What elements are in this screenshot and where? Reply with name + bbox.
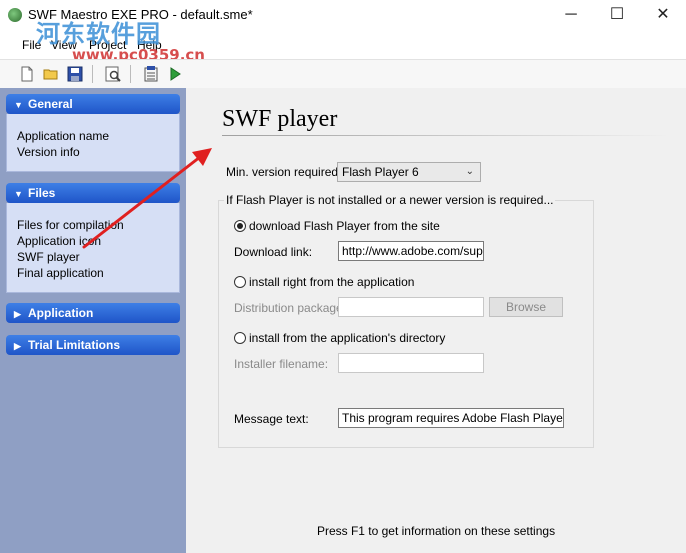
open-folder-icon[interactable] [42,65,60,83]
chevron-down-icon: ⌄ [465,166,474,177]
window-title: SWF Maestro EXE PRO - default.sme* [28,7,253,22]
preview-icon[interactable] [104,65,122,83]
message-text-label: Message text: [234,412,309,426]
toolbar-separator [130,65,131,83]
menu-file[interactable]: File [22,38,41,52]
sidebar-group-label: Trial Limitations [28,338,121,352]
download-link-label: Download link: [234,245,313,259]
title-bar: SWF Maestro EXE PRO - default.sme* ─ ☐ ✕ [0,0,686,30]
chevron-right-icon: ▶ [14,309,21,319]
title-divider [222,135,670,136]
install-options-title: If Flash Player is not installed or a ne… [224,193,556,207]
installer-filename-label: Installer filename: [234,357,329,371]
sidebar: ▼ General Application name Version info ▼… [0,88,186,553]
radio-unchecked-icon [234,276,246,288]
sidebar-group-files[interactable]: ▼ Files [6,183,180,203]
min-version-selected-value: Flash Player 6 [342,165,419,179]
toolbar [0,59,686,89]
radio-checked-icon [234,220,246,232]
menu-project[interactable]: Project [89,38,126,52]
chevron-down-icon: ▼ [14,100,23,110]
sidebar-group-application[interactable]: ▶ Application [6,303,180,323]
sidebar-group-label: General [28,97,73,111]
radio-install-from-application[interactable]: install right from the application [234,275,414,289]
run-icon[interactable] [166,65,184,83]
radio-download-from-site[interactable]: download Flash Player from the site [234,219,440,233]
download-link-input[interactable]: http://www.adobe.com/supp [338,241,484,261]
menu-help[interactable]: Help [137,38,162,52]
distribution-package-label: Distribution package: [234,301,347,315]
menu-view[interactable]: View [51,38,77,52]
message-text-input[interactable]: This program requires Adobe Flash Player… [338,408,564,428]
sidebar-item-version-info[interactable]: Version info [17,145,80,159]
radio-label: install from the application's directory [249,331,446,345]
radio-label: install right from the application [249,275,415,289]
page-title: SWF player [222,106,338,132]
compile-icon[interactable] [142,65,160,83]
min-version-label: Min. version required: [226,165,342,179]
minimize-button[interactable]: ─ [548,0,594,30]
radio-label: download Flash Player from the site [249,219,440,233]
sidebar-group-label: Application [28,306,94,320]
installer-filename-input[interactable] [338,353,484,373]
sidebar-group-body: Application name Version info [6,114,180,172]
radio-install-from-directory[interactable]: install from the application's directory [234,331,445,345]
sidebar-group-general[interactable]: ▼ General [6,94,180,114]
sidebar-group-label: Files [28,186,56,200]
save-icon[interactable] [66,65,84,83]
sidebar-item-application-icon[interactable]: Application icon [17,234,101,248]
browse-button[interactable]: Browse [489,297,563,317]
radio-unchecked-icon [234,332,246,344]
toolbar-separator [92,65,93,83]
distribution-package-input[interactable] [338,297,484,317]
min-version-select[interactable]: Flash Player 6 ⌄ [337,162,481,182]
sidebar-item-final-application[interactable]: Final application [17,266,104,280]
sidebar-item-application-name[interactable]: Application name [17,129,109,143]
maximize-button[interactable]: ☐ [594,0,640,30]
chevron-down-icon: ▼ [14,189,23,199]
sidebar-group-trial-limitations[interactable]: ▶ Trial Limitations [6,335,180,355]
settings-panel: SWF player Min. version required: Flash … [186,88,686,553]
sidebar-item-swf-player[interactable]: SWF player [17,250,80,264]
app-logo-icon [8,8,22,22]
close-button[interactable]: ✕ [640,0,686,30]
help-hint: Press F1 to get information on these set… [316,524,556,538]
menu-bar: File View Project Help [0,36,686,54]
sidebar-item-files-for-compilation[interactable]: Files for compilation [17,218,124,232]
sidebar-group-body: Files for compilation Application icon S… [6,203,180,293]
chevron-right-icon: ▶ [14,341,21,351]
new-file-icon[interactable] [18,65,36,83]
